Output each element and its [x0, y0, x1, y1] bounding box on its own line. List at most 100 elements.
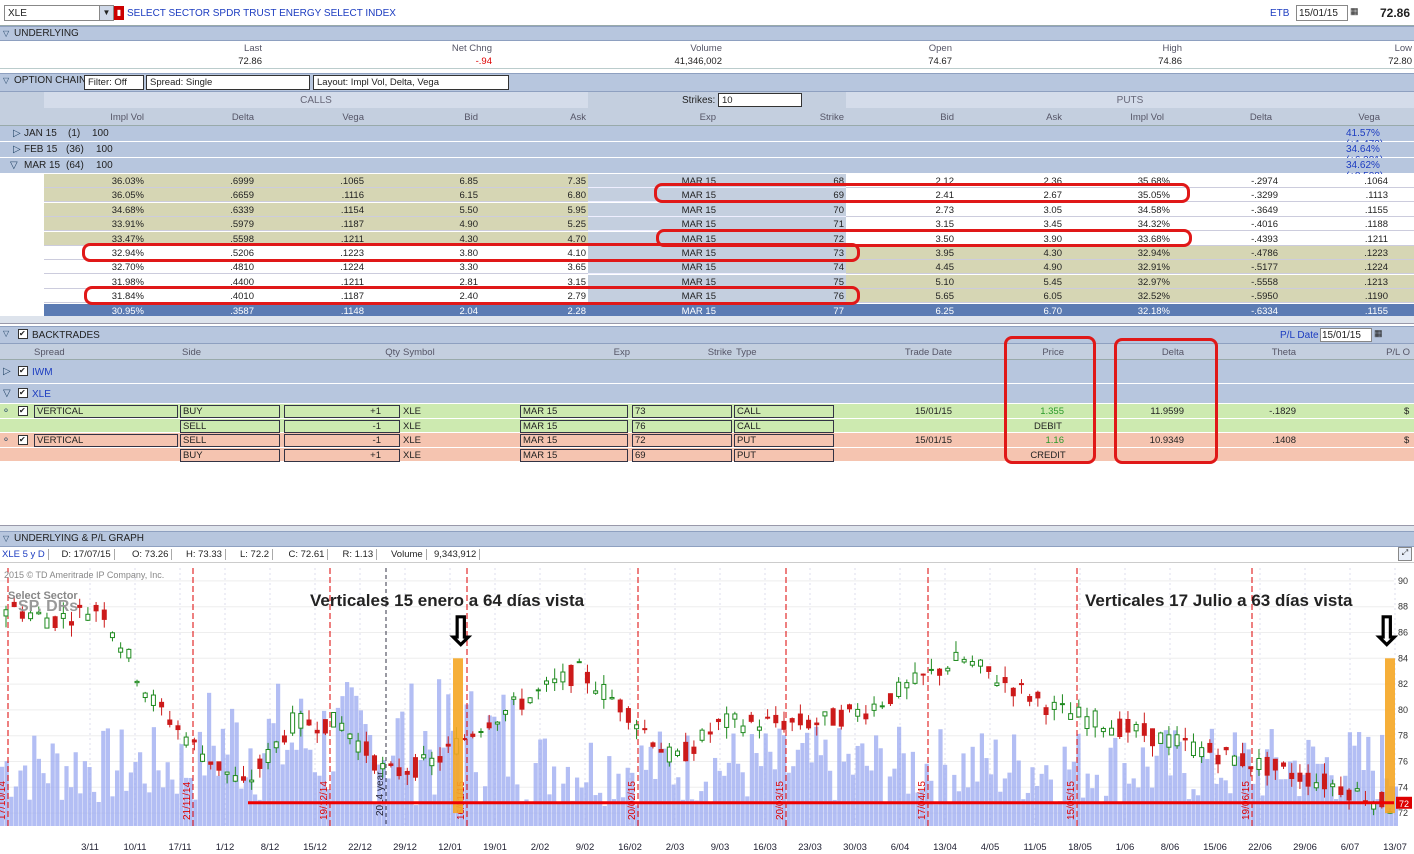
- trade-date[interactable]: 15/01/15: [880, 406, 952, 417]
- side-select[interactable]: SELL: [180, 419, 280, 433]
- chain-cell[interactable]: 6.05: [962, 291, 1063, 302]
- header-qty[interactable]: Qty: [340, 347, 400, 358]
- chain-cell[interactable]: .1190: [1280, 291, 1388, 302]
- header-side[interactable]: Side: [182, 347, 201, 358]
- spread-select[interactable]: VERTICAL: [34, 405, 178, 418]
- checkbox[interactable]: ✔: [18, 435, 28, 445]
- chain-cell[interactable]: .1113: [1280, 190, 1388, 201]
- chain-cell[interactable]: 70: [744, 205, 844, 216]
- date-input[interactable]: 15/01/15: [1296, 5, 1348, 21]
- chain-cell[interactable]: .6339: [154, 205, 254, 216]
- header-call-bid[interactable]: Bid: [374, 112, 478, 123]
- chain-cell[interactable]: .6659: [154, 190, 254, 201]
- chain-cell[interactable]: 32.97%: [1064, 277, 1170, 288]
- chain-cell[interactable]: 6.70: [962, 306, 1063, 316]
- chain-cell[interactable]: 3.30: [374, 262, 479, 273]
- expand-icon[interactable]: ▷: [13, 128, 21, 139]
- chain-cell[interactable]: 4.30: [962, 248, 1063, 259]
- collapse-icon[interactable]: ▽: [3, 76, 9, 85]
- chain-cell[interactable]: 4.90: [962, 262, 1063, 273]
- row-marker-icon[interactable]: ⚬: [2, 435, 10, 446]
- exp-select[interactable]: MAR 15: [520, 448, 628, 462]
- pl-date-input[interactable]: 15/01/15: [1320, 328, 1372, 342]
- chain-cell[interactable]: .1116: [264, 190, 364, 201]
- chain-cell[interactable]: 6.25: [854, 306, 955, 316]
- header-strike[interactable]: Strike: [672, 347, 732, 358]
- chain-cell[interactable]: 36.03%: [44, 176, 144, 187]
- chain-cell[interactable]: .1211: [1280, 234, 1388, 245]
- header-pl[interactable]: P/L O: [1350, 347, 1410, 358]
- header-put-ask[interactable]: Ask: [962, 112, 1062, 123]
- chain-cell[interactable]: .1224: [1280, 262, 1388, 273]
- underlying-header[interactable]: ▽ UNDERLYING: [0, 26, 1414, 41]
- header-spread[interactable]: Spread: [34, 347, 65, 358]
- chain-cell[interactable]: 5.10: [854, 277, 955, 288]
- row-marker-icon[interactable]: ⚬: [2, 406, 10, 417]
- side-select[interactable]: BUY: [180, 405, 280, 418]
- filter-select[interactable]: Filter: Off: [84, 75, 144, 90]
- chain-cell[interactable]: MAR 15: [616, 306, 716, 316]
- trade-date[interactable]: 15/01/15: [880, 435, 952, 446]
- exp-select[interactable]: MAR 15: [520, 419, 628, 433]
- type-select[interactable]: CALL: [734, 405, 834, 418]
- header-symbol[interactable]: Symbol: [403, 347, 435, 358]
- splitter[interactable]: [0, 316, 1414, 324]
- expiry-row-feb[interactable]: ▷ FEB 15 (36) 100 34.64% (±6.381): [0, 142, 1414, 166]
- header-put-bid[interactable]: Bid: [854, 112, 954, 123]
- chain-cell[interactable]: .1187: [264, 219, 364, 230]
- flag-icon[interactable]: ▮: [114, 6, 124, 20]
- graph-header[interactable]: ▽ UNDERLYING & P/L GRAPH: [0, 531, 1414, 547]
- chain-cell[interactable]: 32.94%: [1064, 248, 1170, 259]
- chain-cell[interactable]: 5.50: [374, 205, 479, 216]
- chain-cell[interactable]: MAR 15: [616, 262, 716, 273]
- header-call-ask[interactable]: Ask: [486, 112, 586, 123]
- checkbox[interactable]: ✔: [18, 406, 28, 416]
- strikes-select[interactable]: 10: [718, 93, 802, 107]
- type-select[interactable]: PUT: [734, 434, 834, 447]
- chain-cell[interactable]: 32.52%: [1064, 291, 1170, 302]
- chain-cell[interactable]: 2.73: [854, 205, 955, 216]
- strike-select[interactable]: 76: [632, 419, 732, 433]
- chain-cell[interactable]: 6.85: [374, 176, 479, 187]
- chain-cell[interactable]: -.5950: [1172, 291, 1278, 302]
- expand-icon[interactable]: ▷: [13, 144, 21, 155]
- chain-cell[interactable]: 3.05: [962, 205, 1063, 216]
- chain-cell[interactable]: .1154: [264, 205, 364, 216]
- chain-cell[interactable]: -.3649: [1172, 205, 1278, 216]
- chain-cell[interactable]: .1064: [1280, 176, 1388, 187]
- chain-cell[interactable]: 36.05%: [44, 190, 144, 201]
- chain-cell[interactable]: 32.91%: [1064, 262, 1170, 273]
- type-select[interactable]: PUT: [734, 448, 834, 462]
- chain-cell[interactable]: 5.65: [854, 291, 955, 302]
- chain-cell[interactable]: .1223: [1280, 248, 1388, 259]
- chain-cell[interactable]: 7.35: [486, 176, 587, 187]
- qty-spinner[interactable]: -1: [284, 434, 400, 447]
- calendar-icon[interactable]: ▦: [1350, 6, 1359, 17]
- side-select[interactable]: BUY: [180, 448, 280, 462]
- chain-cell[interactable]: .1155: [1280, 306, 1388, 316]
- chain-cell[interactable]: 3.65: [486, 262, 587, 273]
- header-call-iv[interactable]: Impl Vol: [44, 112, 144, 123]
- header-put-delta[interactable]: Delta: [1172, 112, 1272, 123]
- header-put-iv[interactable]: Impl Vol: [1064, 112, 1164, 123]
- chain-cell[interactable]: 4.45: [854, 262, 955, 273]
- checkbox[interactable]: ✔: [18, 329, 28, 339]
- chain-cell[interactable]: 5.95: [486, 205, 587, 216]
- header-theta[interactable]: Theta: [1232, 347, 1296, 358]
- chain-cell[interactable]: .6999: [154, 176, 254, 187]
- collapse-icon[interactable]: ▽: [10, 160, 18, 171]
- expiry-row-jan[interactable]: ▷ JAN 15 (1) 100 41.57% (±1.472): [0, 126, 1414, 150]
- chain-cell[interactable]: .1213: [1280, 277, 1388, 288]
- chain-cell[interactable]: .1224: [264, 262, 364, 273]
- header-call-delta[interactable]: Delta: [154, 112, 254, 123]
- side-select[interactable]: SELL: [180, 434, 280, 447]
- collapse-icon[interactable]: ▽: [3, 534, 9, 543]
- header-call-vega[interactable]: Vega: [264, 112, 364, 123]
- chain-row[interactable]: 30.95% .3587 .1148 2.04 2.28 MAR 15 77 6.25 6.70…: [0, 303, 1414, 316]
- chain-cell[interactable]: 34.68%: [44, 205, 144, 216]
- strike-select[interactable]: 69: [632, 448, 732, 462]
- chain-cell[interactable]: MAR 15: [616, 205, 716, 216]
- header-trade-date[interactable]: Trade Date: [880, 347, 952, 358]
- chain-cell[interactable]: 77: [744, 306, 844, 316]
- checkbox[interactable]: ✔: [18, 366, 28, 376]
